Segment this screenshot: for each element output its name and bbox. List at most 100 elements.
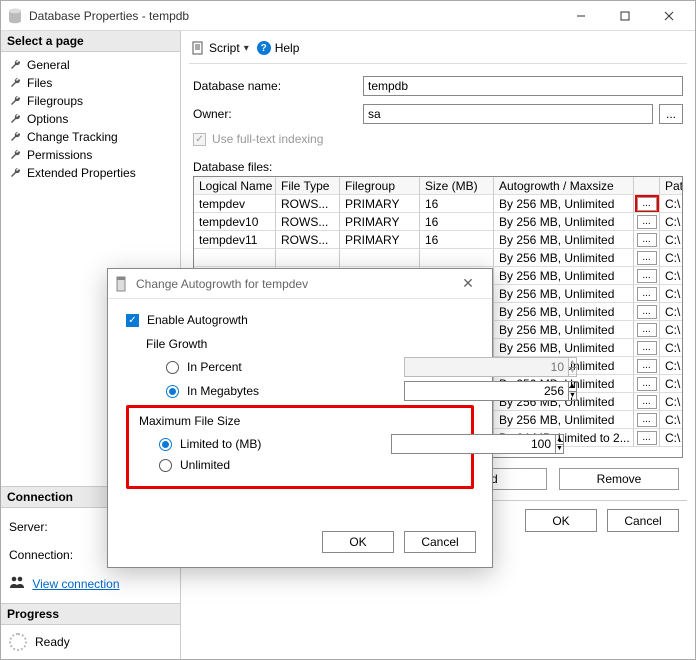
script-button[interactable]: Script ▾ xyxy=(191,41,249,55)
progress-spinner-icon xyxy=(9,633,27,651)
wrench-icon xyxy=(9,149,21,161)
help-button[interactable]: ? Help xyxy=(257,41,300,55)
limited-value[interactable] xyxy=(391,434,555,454)
autogrowth-browse-button[interactable]: ... xyxy=(637,413,657,427)
table-cell: C:\ xyxy=(660,411,683,429)
autogrowth-browse-button[interactable]: ... xyxy=(637,251,657,265)
in-megabytes-radio[interactable] xyxy=(166,385,179,398)
column-header[interactable]: Filegroup xyxy=(340,177,420,195)
column-header[interactable]: Autogrowth / Maxsize xyxy=(494,177,634,195)
table-cell: 16 xyxy=(420,213,494,231)
table-cell: PRIMARY xyxy=(340,231,420,249)
autogrowth-browse-button[interactable]: ... xyxy=(637,215,657,229)
unlimited-label: Unlimited xyxy=(180,458,230,472)
autogrowth-browse-cell: ... xyxy=(634,285,660,303)
autogrowth-browse-button[interactable]: ... xyxy=(637,341,657,355)
spin-up-icon[interactable]: ▲ xyxy=(569,382,576,392)
autogrowth-browse-button[interactable]: ... xyxy=(637,287,657,301)
fulltext-checkbox-row: ✓ Use full-text indexing xyxy=(193,132,683,146)
close-button[interactable] xyxy=(647,2,691,30)
autogrowth-browse-cell: ... xyxy=(634,303,660,321)
help-label: Help xyxy=(275,41,300,55)
column-header[interactable] xyxy=(634,177,660,195)
autogrowth-browse-button[interactable]: ... xyxy=(637,197,657,211)
dialog-cancel-button[interactable]: Cancel xyxy=(404,531,476,553)
cancel-button[interactable]: Cancel xyxy=(607,509,679,532)
in-percent-radio[interactable] xyxy=(166,361,179,374)
column-header[interactable]: File Type xyxy=(276,177,340,195)
spin-down-icon: ▼ xyxy=(569,368,576,377)
table-cell: C:\ xyxy=(660,267,683,285)
view-connection-link[interactable]: View connection xyxy=(32,577,119,591)
spin-up-icon[interactable]: ▲ xyxy=(556,435,563,445)
ok-button[interactable]: OK xyxy=(525,509,597,532)
sidebar-item-extended-properties[interactable]: Extended Properties xyxy=(1,164,180,182)
script-dropdown-icon[interactable]: ▾ xyxy=(244,43,249,54)
autogrowth-browse-button[interactable]: ... xyxy=(637,377,657,391)
table-row[interactable]: tempdevROWS...PRIMARY16By 256 MB, Unlimi… xyxy=(194,195,682,213)
autogrowth-browse-button[interactable]: ... xyxy=(637,359,657,373)
autogrowth-browse-button[interactable]: ... xyxy=(637,323,657,337)
maxsize-highlight: Maximum File Size Limited to (MB) ▲▼ Unl… xyxy=(126,405,474,489)
autogrowth-browse-button[interactable]: ... xyxy=(637,305,657,319)
table-cell xyxy=(420,249,494,267)
limited-spinner[interactable]: ▲▼ xyxy=(391,434,461,454)
minimize-button[interactable] xyxy=(559,2,603,30)
autogrowth-browse-button[interactable]: ... xyxy=(637,431,657,445)
spin-down-icon[interactable]: ▼ xyxy=(569,392,576,401)
table-cell: C:\ xyxy=(660,249,683,267)
table-cell xyxy=(340,249,420,267)
table-row[interactable]: tempdev10ROWS...PRIMARY16By 256 MB, Unli… xyxy=(194,213,682,231)
wrench-icon xyxy=(9,59,21,71)
owner-field[interactable] xyxy=(363,104,653,124)
page-label: Files xyxy=(27,75,52,91)
dialog-close-button[interactable]: ✕ xyxy=(450,270,486,298)
megabytes-value[interactable] xyxy=(404,381,568,401)
grid-header: Logical NameFile TypeFilegroupSize (MB)A… xyxy=(194,177,682,195)
column-header[interactable]: Size (MB) xyxy=(420,177,494,195)
enable-autogrowth-label: Enable Autogrowth xyxy=(147,313,248,327)
table-cell: 16 xyxy=(420,231,494,249)
column-header[interactable]: Logical Name xyxy=(194,177,276,195)
table-row[interactable]: By 256 MB, Unlimited...C:\ xyxy=(194,249,682,267)
table-cell: ROWS... xyxy=(276,213,340,231)
autogrowth-browse-button[interactable]: ... xyxy=(637,233,657,247)
table-cell: ROWS... xyxy=(276,195,340,213)
sidebar-item-change-tracking[interactable]: Change Tracking xyxy=(1,128,180,146)
sidebar-item-filegroups[interactable]: Filegroups xyxy=(1,92,180,110)
unlimited-radio[interactable] xyxy=(159,459,172,472)
sidebar-item-options[interactable]: Options xyxy=(1,110,180,128)
autogrowth-browse-cell: ... xyxy=(634,321,660,339)
column-header[interactable]: Path xyxy=(660,177,683,195)
limited-to-label: Limited to (MB) xyxy=(180,437,261,451)
table-row[interactable]: tempdev11ROWS...PRIMARY16By 256 MB, Unli… xyxy=(194,231,682,249)
megabytes-spinner[interactable]: ▲▼ xyxy=(404,381,474,401)
spin-down-icon[interactable]: ▼ xyxy=(556,445,563,454)
maximize-button[interactable] xyxy=(603,2,647,30)
page-label: Extended Properties xyxy=(27,165,136,181)
table-cell: By 256 MB, Unlimited xyxy=(494,231,634,249)
dbname-label: Database name: xyxy=(193,79,363,93)
help-icon: ? xyxy=(257,41,271,55)
autogrowth-browse-cell: ... xyxy=(634,339,660,357)
wrench-icon xyxy=(9,95,21,107)
dialog-ok-button[interactable]: OK xyxy=(322,531,394,553)
enable-autogrowth-checkbox[interactable]: ✓ xyxy=(126,314,139,327)
table-cell: C:\ xyxy=(660,231,683,249)
sidebar-item-general[interactable]: General xyxy=(1,56,180,74)
titlebar: Database Properties - tempdb xyxy=(1,1,695,31)
remove-button[interactable]: Remove xyxy=(559,468,679,490)
table-cell xyxy=(276,249,340,267)
table-cell: 16 xyxy=(420,195,494,213)
autogrowth-browse-button[interactable]: ... xyxy=(637,395,657,409)
sidebar-item-files[interactable]: Files xyxy=(1,74,180,92)
page-list: GeneralFilesFilegroupsOptionsChange Trac… xyxy=(1,52,180,192)
dbname-field xyxy=(363,76,683,96)
autogrowth-browse-button[interactable]: ... xyxy=(637,269,657,283)
autogrowth-browse-cell: ... xyxy=(634,249,660,267)
limited-to-radio[interactable] xyxy=(159,438,172,451)
dialog-icon xyxy=(114,276,128,292)
table-cell: By 256 MB, Unlimited xyxy=(494,339,634,357)
owner-browse-button[interactable]: ... xyxy=(659,104,683,124)
sidebar-item-permissions[interactable]: Permissions xyxy=(1,146,180,164)
